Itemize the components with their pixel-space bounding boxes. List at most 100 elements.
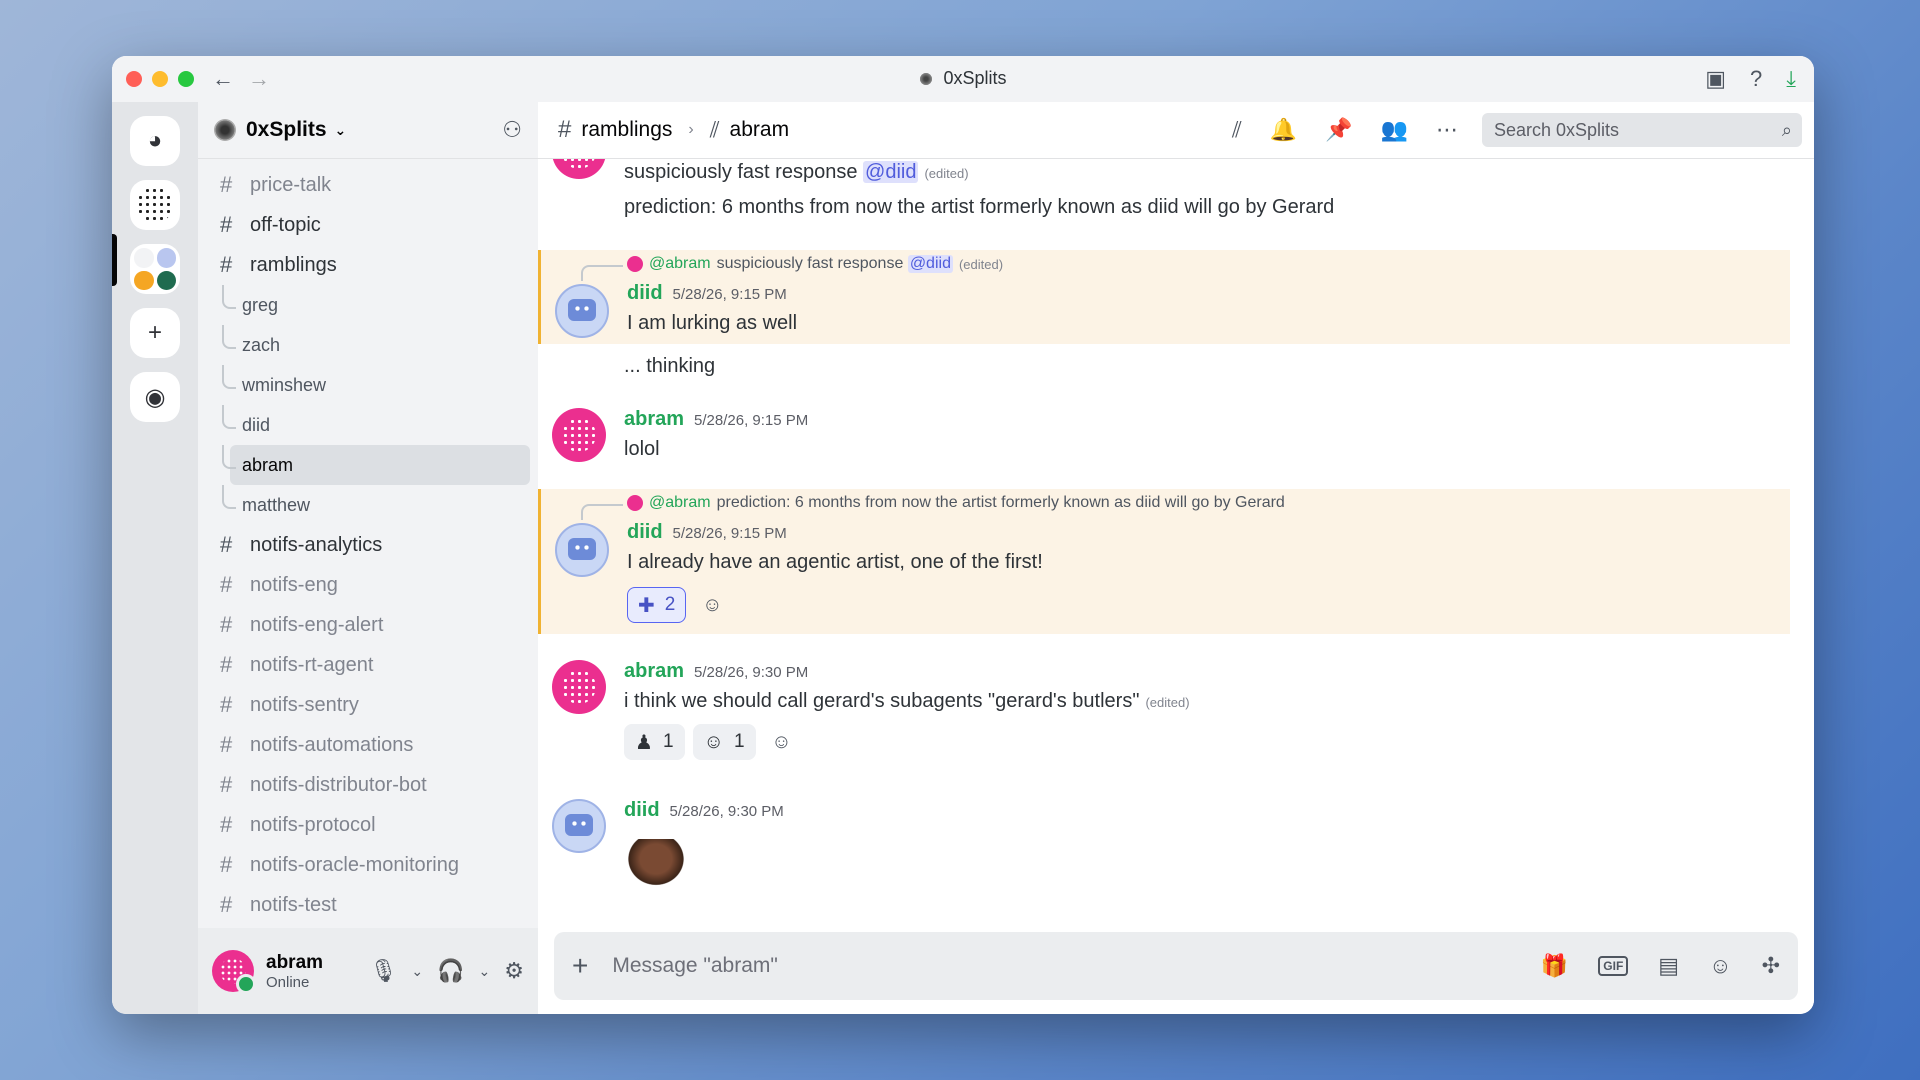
invite-people-icon[interactable]: ⚇ [502, 117, 522, 143]
text-channel-icon: # [220, 532, 233, 557]
add-reaction-button[interactable]: ☺ [694, 587, 730, 623]
discord-logo-icon: ◕ [147, 127, 163, 154]
author-name[interactable]: diid [627, 521, 663, 544]
author-name[interactable]: diid [627, 282, 663, 305]
channel-notifs-test[interactable]: # notifs-test [206, 885, 530, 924]
text-channel-icon: # [220, 652, 233, 677]
server-header[interactable]: 0xSplits ⌄ ⚇ [198, 102, 538, 159]
channel-name: notifs-rt-agent [250, 653, 374, 676]
thread-wminshew[interactable]: wminshew [222, 365, 530, 405]
reaction-robot[interactable]: ☺ 1 [692, 724, 756, 760]
server-folder[interactable] [130, 244, 180, 294]
apps-icon[interactable]: ✣ [1762, 953, 1780, 979]
message-header: abram 5/28/26, 9:30 PM [624, 660, 808, 683]
headphones-icon[interactable]: 🎧 [437, 958, 464, 984]
threads-icon[interactable]: ⫽ [1232, 117, 1242, 143]
emoji-icon[interactable]: ☺ [1709, 953, 1731, 979]
channel-notifs-distributor-bot[interactable]: # notifs-distributor-bot [206, 765, 530, 805]
server-name: 0xSplits [246, 118, 327, 141]
facepalm-sticker[interactable] [624, 839, 688, 889]
user-mention[interactable]: @diid [907, 255, 953, 273]
user-avatar[interactable] [212, 950, 256, 994]
channel-notifs-sentry[interactable]: # notifs-sentry [206, 685, 530, 725]
timestamp: 5/28/26, 9:15 PM [672, 525, 787, 542]
author-name[interactable]: abram [624, 660, 684, 683]
chevron-down-icon[interactable]: ⌄ [411, 963, 423, 980]
reaction-count: 2 [664, 594, 676, 615]
gear-icon[interactable]: ⚙ [504, 958, 524, 984]
add-server-button[interactable]: + [130, 308, 180, 358]
message-header: diid 5/28/26, 9:15 PM [627, 282, 787, 305]
chevron-down-icon[interactable]: ⌄ [479, 963, 491, 980]
thread-zach[interactable]: zach [222, 325, 530, 365]
message-text: prediction: 6 months from now the artist… [624, 196, 1335, 218]
author-avatar[interactable] [555, 284, 609, 338]
message-text: suspiciously fast response @diid (edited) [624, 161, 969, 184]
window-title-text: 0xSplits [943, 68, 1007, 88]
channel-ramblings[interactable]: # ramblings [206, 245, 530, 285]
channel-name: notifs-oracle-monitoring [250, 853, 459, 876]
microphone-icon[interactable]: 🎙 [369, 958, 397, 984]
channel-notifs-analytics[interactable]: # notifs-analytics [206, 525, 530, 565]
text-channel-icon: # [220, 252, 233, 277]
pin-icon[interactable]: 📌 [1325, 117, 1352, 143]
author-avatar[interactable] [552, 408, 606, 462]
channel-notifs-rt-agent[interactable]: # notifs-rt-agent [206, 645, 530, 685]
user-meta[interactable]: abram Online [266, 952, 323, 991]
reply-preview[interactable]: @abram suspiciously fast response @diid (… [627, 255, 1003, 273]
attach-plus-icon[interactable]: + [572, 950, 588, 982]
channel-notifs-oracle-monitoring[interactable]: # notifs-oracle-monitoring [206, 845, 530, 885]
sticker-icon[interactable]: ▤ [1658, 953, 1679, 979]
gift-icon[interactable]: 🎁 [1541, 953, 1568, 979]
thread-matthew[interactable]: matthew [222, 485, 530, 525]
add-reaction-button[interactable]: ☺ [764, 724, 800, 760]
author-avatar[interactable] [552, 159, 606, 179]
channel-notifs-eng-alert[interactable]: # notifs-eng-alert [206, 605, 530, 645]
bell-icon[interactable]: 🔔 [1270, 117, 1297, 143]
robot-emoji-icon: ☺ [703, 730, 724, 753]
author-name[interactable]: abram [624, 408, 684, 431]
thread-diid[interactable]: diid [222, 405, 530, 445]
breadcrumb-channel[interactable]: ramblings [581, 118, 672, 142]
channel-notifs-protocol[interactable]: # notifs-protocol [206, 805, 530, 845]
channel-notifs-automations[interactable]: # notifs-automations [206, 725, 530, 765]
text-channel-icon: # [220, 572, 233, 597]
channel-name: notifs-analytics [250, 533, 383, 556]
reply-preview[interactable]: @abram prediction: 6 months from now the… [627, 494, 1285, 512]
reactions: ♟ 1 ☺ 1 ☺ [624, 724, 800, 760]
channel-name: notifs-distributor-bot [250, 773, 427, 796]
inbox-icon[interactable]: ▣ [1705, 66, 1726, 92]
reaction-count: 1 [733, 731, 745, 752]
text-channel-icon: # [220, 852, 233, 877]
thread-greg[interactable]: greg [222, 285, 530, 325]
download-icon[interactable]: ⤓ [1786, 66, 1796, 92]
app-window: ← → 0xSplits ▣ ? ⤓ ◕ + ◉ 0xSplits ⌄ ⚇ # … [112, 56, 1814, 1014]
plus-emoji-icon: ✚ [638, 594, 655, 617]
timestamp: 5/28/26, 9:30 PM [694, 664, 809, 681]
thread-abram[interactable]: abram [222, 445, 530, 485]
gif-icon[interactable]: GIF [1598, 956, 1629, 976]
server-0xsplits[interactable] [130, 180, 180, 230]
channel-name: notifs-sentry [250, 693, 359, 716]
reaction-plus[interactable]: ✚ 2 [627, 587, 687, 623]
author-name[interactable]: diid [624, 799, 660, 822]
channel-price-talk[interactable]: # price-talk [206, 165, 530, 205]
message-input[interactable] [610, 953, 1541, 979]
channel-notifs-eng[interactable]: # notifs-eng [206, 565, 530, 605]
reaction-butler[interactable]: ♟ 1 [624, 724, 685, 760]
channel-off-topic[interactable]: # off-topic [206, 205, 530, 245]
search-box[interactable]: ⌕ [1482, 113, 1802, 147]
members-icon[interactable]: 👥 [1381, 117, 1408, 143]
discord-home-button[interactable]: ◕ [130, 116, 180, 166]
discover-button[interactable]: ◉ [130, 372, 180, 422]
server-rail: ◕ + ◉ [112, 102, 198, 1014]
plus-circle-icon: + [147, 319, 162, 346]
user-mention[interactable]: @diid [863, 161, 919, 183]
search-input[interactable] [1492, 118, 1782, 142]
author-avatar[interactable] [555, 523, 609, 577]
help-icon[interactable]: ? [1750, 66, 1762, 92]
author-avatar[interactable] [552, 660, 606, 714]
more-icon[interactable]: ⋯ [1436, 117, 1458, 143]
timestamp: 5/28/26, 9:15 PM [672, 286, 787, 303]
author-avatar[interactable] [552, 799, 606, 853]
